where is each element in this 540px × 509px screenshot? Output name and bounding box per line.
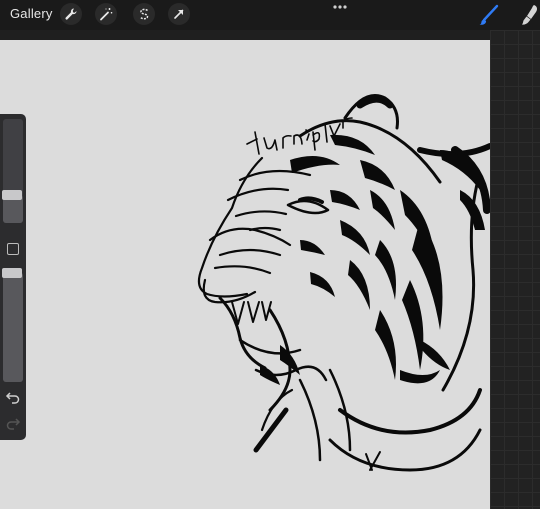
tiger-sketch bbox=[197, 94, 490, 472]
transform-arrow-icon bbox=[174, 9, 184, 19]
more-options-icon[interactable] bbox=[332, 4, 348, 10]
opacity-fill bbox=[3, 273, 23, 382]
adjustments-button[interactable] bbox=[95, 3, 117, 25]
top-toolbar: Gallery bbox=[0, 0, 540, 30]
redo-icon[interactable] bbox=[5, 416, 21, 430]
wrench-icon bbox=[65, 8, 77, 20]
brush-size-slider[interactable] bbox=[3, 119, 23, 223]
selection-icon bbox=[140, 8, 149, 20]
gallery-button[interactable]: Gallery bbox=[10, 6, 53, 21]
brush-icon[interactable] bbox=[477, 3, 501, 27]
selection-button[interactable] bbox=[133, 3, 155, 25]
transform-button[interactable] bbox=[168, 3, 190, 25]
opacity-thumb[interactable] bbox=[2, 268, 22, 278]
drawing-canvas[interactable] bbox=[0, 40, 490, 509]
brush-size-thumb[interactable] bbox=[2, 190, 22, 200]
modify-button[interactable] bbox=[7, 243, 19, 255]
workspace-band bbox=[0, 30, 490, 40]
left-sidebar bbox=[0, 114, 26, 440]
opacity-slider[interactable] bbox=[3, 272, 23, 382]
workspace-background bbox=[490, 30, 540, 509]
magic-wand-icon bbox=[100, 8, 113, 21]
smudge-icon[interactable] bbox=[519, 3, 540, 27]
actions-button[interactable] bbox=[60, 3, 82, 25]
undo-icon[interactable] bbox=[5, 390, 21, 404]
